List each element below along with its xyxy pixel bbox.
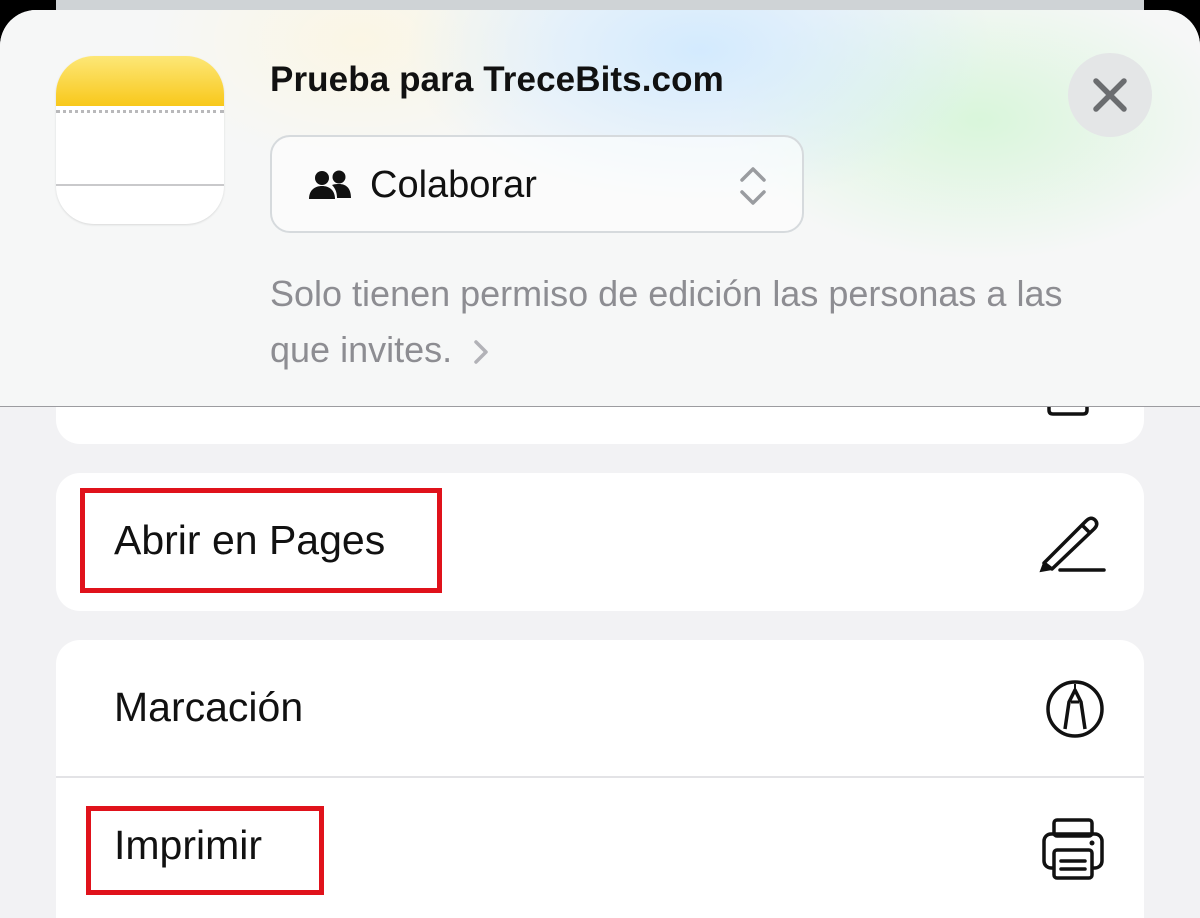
note-title: Prueba para TreceBits.com [270,60,724,99]
printer-icon [1042,818,1104,880]
permission-note-text: Solo tienen permiso de edición las perso… [270,273,1063,370]
action-print[interactable]: Imprimir [56,778,1144,916]
collaborate-label: Colaborar [370,164,537,206]
action-open-in-pages[interactable]: Abrir en Pages [56,473,1144,611]
notes-app-icon [56,56,224,224]
permission-note[interactable]: Solo tienen permiso de edición las perso… [270,266,1130,378]
action-print-label: Imprimir [114,822,263,868]
chevron-up-down-icon [740,167,766,205]
share-sheet-header: Prueba para TreceBits.com Colaborar Solo… [0,10,1200,407]
action-markup[interactable]: Marcación [56,640,1144,778]
chevron-right-icon [474,340,488,365]
open-in-pages-card: Abrir en Pages [56,473,1144,611]
close-x-icon [1093,78,1127,112]
actions-card: Marcación Imprimir [56,640,1144,918]
screen: Prueba para TreceBits.com Colaborar Solo… [0,0,1200,918]
share-sheet: Prueba para TreceBits.com Colaborar Solo… [0,10,1200,918]
markup-pen-circle-icon [1046,680,1104,738]
close-button[interactable] [1068,53,1152,137]
action-markup-label: Marcación [114,684,304,730]
collaborate-selector[interactable]: Colaborar [270,135,804,233]
people-icon [309,170,351,199]
action-open-in-pages-label: Abrir en Pages [114,517,386,563]
pen-nib-icon [1039,516,1106,573]
